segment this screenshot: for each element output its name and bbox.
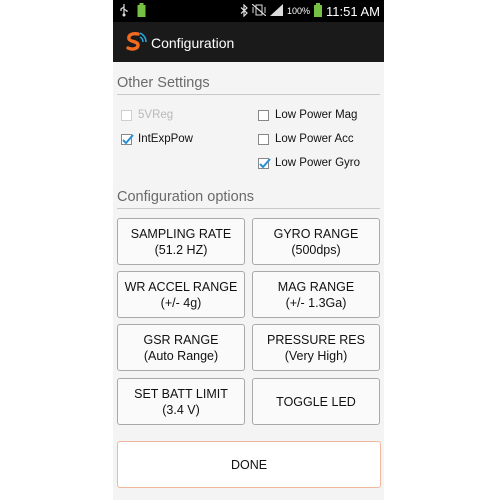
checkbox-low-power-mag[interactable]: Low Power Mag	[258, 109, 357, 121]
wr-accel-range-button[interactable]: WR ACCEL RANGE (+/- 4g)	[117, 271, 245, 318]
signal-icon	[270, 4, 283, 18]
checkbox-box	[121, 109, 132, 121]
checkmark-icon	[259, 157, 271, 168]
pressure-res-button[interactable]: PRESSURE RES (Very High)	[252, 324, 380, 371]
checkbox-intexppow[interactable]: IntExpPow	[121, 133, 193, 145]
clock: 11:51 AM	[326, 3, 380, 19]
other-settings-header: Other Settings	[117, 73, 380, 95]
status-right-icons: 100% 11:51 AM	[240, 0, 380, 22]
checkbox-low-power-gyro[interactable]: Low Power Gyro	[258, 157, 360, 169]
gyro-range-button[interactable]: GYRO RANGE (500dps)	[252, 218, 380, 265]
bluetooth-icon	[240, 3, 248, 19]
battery-notification-icon	[137, 3, 146, 22]
gsr-range-button[interactable]: GSR RANGE (Auto Range)	[117, 324, 245, 371]
mag-range-button[interactable]: MAG RANGE (+/- 1.3Ga)	[252, 271, 380, 318]
checkbox-label: Low Power Gyro	[275, 157, 361, 169]
checkmark-icon	[122, 133, 134, 144]
checkbox-box[interactable]	[121, 133, 134, 145]
vibrate-mute-icon	[251, 3, 267, 18]
usb-icon	[119, 3, 129, 22]
app-logo-icon[interactable]	[123, 30, 147, 54]
toggle-led-button[interactable]: TOGGLE LED	[252, 378, 380, 425]
checkbox-label: Low Power Mag	[275, 109, 358, 121]
checkbox-label: IntExpPow	[138, 133, 193, 145]
status-bar: 100% 11:51 AM	[113, 0, 384, 22]
configuration-options-header: Configuration options	[117, 187, 380, 209]
checkbox-low-power-acc[interactable]: Low Power Acc	[258, 133, 354, 145]
checkbox-box[interactable]	[258, 133, 269, 145]
checkbox-5vreg: 5VReg	[121, 109, 173, 121]
phone-screen: 100% 11:51 AM Configuration Other Settin…	[113, 0, 384, 500]
checkbox-label: 5VReg	[138, 109, 174, 121]
checkbox-box[interactable]	[258, 157, 271, 169]
checkbox-box[interactable]	[258, 109, 269, 121]
battery-icon	[314, 3, 323, 19]
done-button[interactable]: DONE	[117, 441, 381, 488]
checkbox-label: Low Power Acc	[275, 133, 354, 145]
battery-percent: 100%	[287, 6, 311, 16]
sampling-rate-button[interactable]: SAMPLING RATE (51.2 HZ)	[117, 218, 245, 265]
page-title: Configuration	[151, 35, 235, 51]
status-left-icons	[119, 3, 146, 22]
action-bar: Configuration	[113, 22, 384, 62]
set-batt-limit-button[interactable]: SET BATT LIMIT (3.4 V)	[117, 378, 245, 425]
